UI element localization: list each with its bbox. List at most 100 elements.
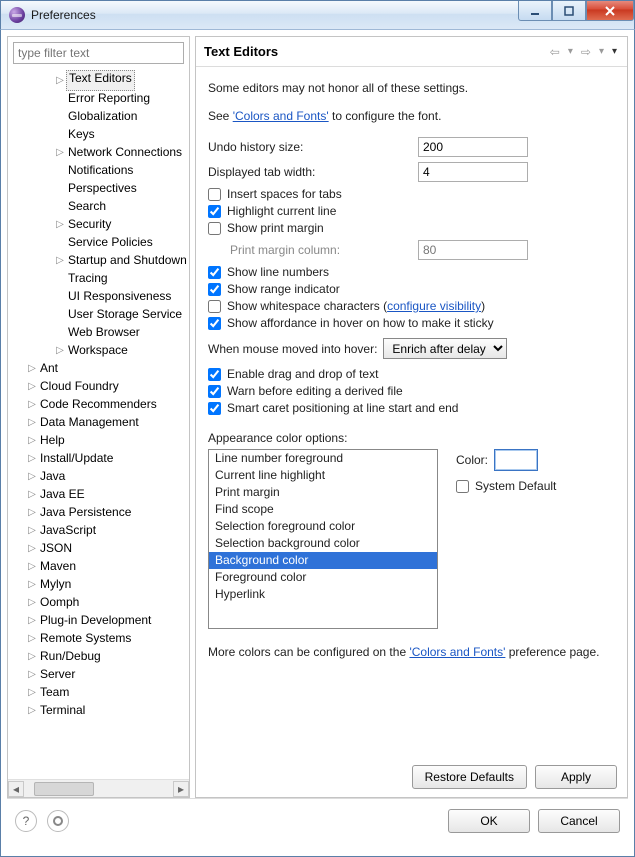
tree-expand-icon[interactable]: ▷ — [26, 507, 38, 518]
tree-item[interactable]: ▷Text Editors — [12, 71, 189, 89]
tree-expand-icon[interactable]: ▷ — [26, 705, 38, 716]
tree-expand-icon[interactable]: ▷ — [54, 255, 66, 266]
tree-item[interactable]: ▷Java EE — [12, 485, 189, 503]
nav-forward-menu[interactable]: ▾ — [597, 46, 606, 57]
undo-history-input[interactable] — [418, 137, 528, 157]
tree-item[interactable]: ▷Oomph — [12, 593, 189, 611]
tree-item[interactable]: ▷Help — [12, 431, 189, 449]
tree-expand-icon[interactable]: ▷ — [26, 363, 38, 374]
tree-expand-icon[interactable]: ▷ — [54, 75, 66, 86]
ok-button[interactable]: OK — [448, 809, 530, 833]
import-export-icon[interactable] — [47, 810, 69, 832]
tree-expand-icon[interactable]: ▷ — [26, 471, 38, 482]
tree-expand-icon[interactable]: ▷ — [26, 687, 38, 698]
restore-defaults-button[interactable]: Restore Defaults — [412, 765, 527, 789]
configure-visibility-link[interactable]: configure visibility — [387, 299, 481, 313]
tree-item[interactable]: ▷Install/Update — [12, 449, 189, 467]
tree-item[interactable]: Perspectives — [12, 179, 189, 197]
appearance-color-option[interactable]: Hyperlink — [209, 586, 437, 603]
tree-item[interactable]: Search — [12, 197, 189, 215]
tree-horizontal-scrollbar[interactable]: ◂ ▸ — [8, 779, 189, 797]
tree-item[interactable]: ▷JSON — [12, 539, 189, 557]
tree-item[interactable]: ▷Network Connections — [12, 143, 189, 161]
warn-derived-checkbox[interactable] — [208, 385, 221, 398]
tree-item[interactable]: Service Policies — [12, 233, 189, 251]
tree-item[interactable]: ▷JavaScript — [12, 521, 189, 539]
tree-expand-icon[interactable]: ▷ — [54, 147, 66, 158]
tree-item[interactable]: ▷Terminal — [12, 701, 189, 719]
tree-expand-icon[interactable]: ▷ — [54, 345, 66, 356]
tree-expand-icon[interactable]: ▷ — [26, 435, 38, 446]
whitespace-checkbox[interactable] — [208, 300, 221, 313]
filter-input[interactable] — [13, 42, 184, 64]
show-print-margin-checkbox[interactable] — [208, 222, 221, 235]
tree-item[interactable]: ▷Workspace — [12, 341, 189, 359]
appearance-color-option[interactable]: Current line highlight — [209, 467, 437, 484]
nav-back-button[interactable]: ⇦ — [548, 45, 562, 59]
tree-expand-icon[interactable]: ▷ — [26, 651, 38, 662]
tree-item[interactable]: ▷Server — [12, 665, 189, 683]
tree-item[interactable]: Error Reporting — [12, 89, 189, 107]
window-minimize-button[interactable] — [518, 1, 552, 21]
affordance-checkbox[interactable] — [208, 317, 221, 330]
tree-item[interactable]: ▷Plug-in Development — [12, 611, 189, 629]
tree-item[interactable]: User Storage Service — [12, 305, 189, 323]
tree-item[interactable]: Globalization — [12, 107, 189, 125]
smart-caret-checkbox[interactable] — [208, 402, 221, 415]
drag-drop-checkbox[interactable] — [208, 368, 221, 381]
window-maximize-button[interactable] — [552, 1, 586, 21]
window-close-button[interactable] — [586, 1, 634, 21]
tree-item[interactable]: ▷Java Persistence — [12, 503, 189, 521]
preference-tree[interactable]: ▷Text EditorsError ReportingGlobalizatio… — [8, 69, 189, 779]
tree-item[interactable]: ▷Java — [12, 467, 189, 485]
appearance-color-option[interactable]: Selection background color — [209, 535, 437, 552]
tree-item[interactable]: ▷Ant — [12, 359, 189, 377]
tree-expand-icon[interactable]: ▷ — [26, 489, 38, 500]
apply-button[interactable]: Apply — [535, 765, 617, 789]
tree-expand-icon[interactable]: ▷ — [54, 219, 66, 230]
tree-expand-icon[interactable]: ▷ — [26, 615, 38, 626]
window-titlebar[interactable]: Preferences — [0, 0, 635, 30]
tree-item[interactable]: ▷Mylyn — [12, 575, 189, 593]
colors-fonts-link[interactable]: 'Colors and Fonts' — [233, 109, 329, 123]
tree-expand-icon[interactable]: ▷ — [26, 399, 38, 410]
appearance-color-option[interactable]: Foreground color — [209, 569, 437, 586]
tree-expand-icon[interactable]: ▷ — [26, 633, 38, 644]
tree-item[interactable]: Tracing — [12, 269, 189, 287]
tree-item[interactable]: Notifications — [12, 161, 189, 179]
appearance-color-option[interactable]: Selection foreground color — [209, 518, 437, 535]
appearance-color-option[interactable]: Line number foreground — [209, 450, 437, 467]
tree-item[interactable]: Web Browser — [12, 323, 189, 341]
color-swatch-button[interactable] — [494, 449, 538, 471]
tree-expand-icon[interactable]: ▷ — [26, 579, 38, 590]
tree-expand-icon[interactable]: ▷ — [26, 381, 38, 392]
tree-item[interactable]: ▷Maven — [12, 557, 189, 575]
tree-expand-icon[interactable]: ▷ — [26, 561, 38, 572]
nav-forward-button[interactable]: ⇨ — [579, 45, 593, 59]
insert-spaces-checkbox[interactable] — [208, 188, 221, 201]
range-indicator-checkbox[interactable] — [208, 283, 221, 296]
tree-expand-icon[interactable]: ▷ — [26, 597, 38, 608]
system-default-checkbox[interactable] — [456, 480, 469, 493]
tree-expand-icon[interactable]: ▷ — [26, 417, 38, 428]
nav-back-menu[interactable]: ▾ — [566, 46, 575, 57]
colors-fonts-link-2[interactable]: 'Colors and Fonts' — [409, 645, 505, 659]
tree-expand-icon[interactable]: ▷ — [26, 525, 38, 536]
appearance-color-option[interactable]: Find scope — [209, 501, 437, 518]
tree-expand-icon[interactable]: ▷ — [26, 453, 38, 464]
tree-item[interactable]: ▷Data Management — [12, 413, 189, 431]
appearance-color-list[interactable]: Line number foregroundCurrent line highl… — [208, 449, 438, 629]
tree-item[interactable]: ▷Remote Systems — [12, 629, 189, 647]
page-menu-button[interactable]: ▾ — [610, 46, 619, 57]
tree-item[interactable]: Keys — [12, 125, 189, 143]
tab-width-input[interactable] — [418, 162, 528, 182]
tree-expand-icon[interactable]: ▷ — [26, 543, 38, 554]
hover-select[interactable]: Enrich after delay — [383, 338, 507, 359]
tree-item[interactable]: ▷Security — [12, 215, 189, 233]
tree-item[interactable]: ▷Team — [12, 683, 189, 701]
cancel-button[interactable]: Cancel — [538, 809, 620, 833]
line-numbers-checkbox[interactable] — [208, 266, 221, 279]
tree-item[interactable]: ▷Code Recommenders — [12, 395, 189, 413]
tree-item[interactable]: ▷Cloud Foundry — [12, 377, 189, 395]
tree-item[interactable]: UI Responsiveness — [12, 287, 189, 305]
